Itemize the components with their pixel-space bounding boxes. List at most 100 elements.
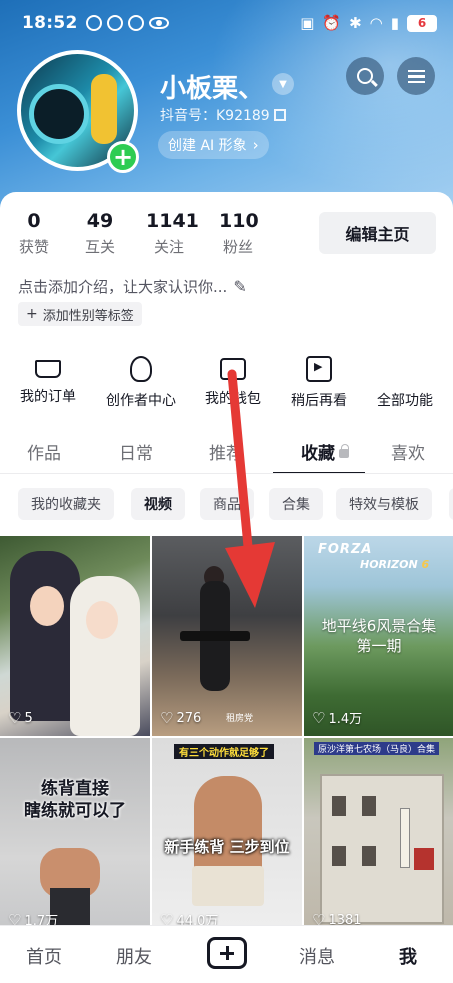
ai-chip-label: 创建 AI 形象 [168, 138, 247, 154]
stat-value: 49 [86, 210, 114, 232]
system-indicators: ▣ ⏰ ✱ ◠ ▮ 6 [300, 13, 437, 32]
profile-card: 0 获赞 49 互关 1141 关注 110 粉丝 编辑主页 点击添加介绍，让大… [0, 192, 453, 983]
horizon-logo-number: 6 [421, 558, 430, 571]
thumb-figure [194, 776, 262, 876]
create-ai-avatar-chip[interactable]: 创建 AI 形象 › [158, 131, 269, 159]
heart-icon: ♡ [312, 708, 326, 727]
thumb-sign [400, 808, 410, 868]
stat-likes[interactable]: 0 获赞 [18, 210, 50, 257]
quick-action-wallet[interactable]: 我的钱包 [188, 356, 278, 408]
app-notification-icon [127, 15, 144, 31]
divider [0, 473, 453, 474]
douyin-id-text: 抖音号：K92189 [160, 108, 270, 124]
quick-action-label: 创作者中心 [106, 393, 176, 409]
thumb-board [414, 848, 434, 870]
like-count-value: 5 [24, 710, 33, 726]
edit-profile-button[interactable]: 编辑主页 [319, 212, 436, 254]
video-thumbnail[interactable]: 练背直接 瞎练就可以了 ♡ 1.7万 [0, 738, 150, 938]
thumb-window [362, 796, 376, 816]
thumb-window [332, 846, 346, 866]
lightbulb-icon [130, 356, 152, 382]
thumb-figure [192, 866, 264, 906]
wallet-icon [220, 358, 246, 380]
pencil-icon: ✎ [233, 277, 247, 296]
like-count: ♡ 1.4万 [312, 708, 363, 728]
video-thumbnail[interactable]: 原沙洋第七农场（马良）合集 ♡ 1381 [304, 738, 453, 938]
filter-more[interactable] [449, 488, 453, 520]
stat-value: 1141 [146, 210, 199, 232]
quick-action-creator-center[interactable]: 创作者中心 [96, 356, 186, 410]
tab-recommend[interactable]: 推荐 [209, 439, 243, 464]
stat-following[interactable]: 1141 关注 [146, 210, 199, 257]
battery-level: 6 [417, 16, 427, 30]
stat-value: 0 [27, 210, 41, 232]
nav-friends[interactable]: 朋友 [116, 943, 152, 969]
like-count: ♡ 276 [160, 709, 201, 727]
filter-my-collections[interactable]: 我的收藏夹 [18, 488, 114, 520]
forza-logo: FORZA [318, 542, 373, 557]
menu-button[interactable] [397, 57, 435, 95]
eye-icon [148, 17, 169, 29]
plus-icon: + [26, 306, 38, 322]
video-caption: 租房党 [226, 714, 254, 724]
nickname: 小板栗、 [160, 74, 265, 104]
video-caption: 地平线6风景合集 第一期 [321, 617, 437, 655]
video-top-caption: 原沙洋第七农场（马良）合集 [314, 742, 440, 755]
nav-me[interactable]: 我 [399, 943, 417, 969]
nav-home[interactable]: 首页 [26, 943, 62, 969]
video-thumbnail[interactable]: FORZA HORIZON 6 地平线6风景合集 第一期 ♡ 1.4万 [304, 536, 453, 736]
video-top-caption: 有三个动作就足够了 [174, 744, 274, 759]
thumb-face [86, 601, 118, 639]
stat-mutual[interactable]: 49 互关 [82, 210, 118, 257]
create-post-button[interactable] [207, 937, 247, 969]
chevron-right-icon: › [252, 136, 259, 154]
stat-followers[interactable]: 110 粉丝 [219, 210, 259, 257]
bio[interactable]: 点击添加介绍，让大家认识你... ✎ [18, 276, 247, 297]
quick-action-orders[interactable]: 我的订单 [3, 356, 93, 406]
tab-daily[interactable]: 日常 [119, 439, 153, 464]
tab-works[interactable]: 作品 [27, 439, 61, 464]
video-thumbnail[interactable]: ♡ 5 [0, 536, 150, 736]
nav-messages[interactable]: 消息 [299, 943, 335, 969]
add-story-plus-icon[interactable]: + [107, 141, 139, 173]
thumb-window [362, 846, 376, 866]
hamburger-menu-icon [407, 69, 425, 83]
filter-collections[interactable]: 合集 [269, 488, 323, 520]
like-count-value: 276 [176, 710, 202, 726]
thumb-face [30, 586, 64, 626]
douyin-id[interactable]: 抖音号：K92189 [160, 105, 286, 125]
video-thumbnail[interactable]: 租房党 ♡ 276 [152, 536, 302, 736]
tab-likes[interactable]: 喜欢 [391, 439, 425, 464]
lock-icon [339, 444, 349, 458]
chevron-down-icon[interactable]: ▼ [272, 73, 294, 95]
battery-icon: 6 [407, 14, 437, 32]
thumb-window [332, 796, 346, 816]
stat-label: 互关 [84, 238, 115, 256]
search-button[interactable] [346, 57, 384, 95]
quick-action-watch-later[interactable]: 稍后再看 [274, 356, 364, 410]
status-bar: 18:52 ▣ ⏰ ✱ ◠ ▮ 6 [0, 0, 453, 46]
video-caption: 新手练背 三步到位 [164, 838, 290, 856]
notification-icons [85, 15, 169, 31]
qr-code-icon [273, 109, 286, 121]
bio-text: 点击添加介绍，让大家认识你... [18, 278, 228, 296]
filter-effects-templates[interactable]: 特效与模板 [336, 488, 432, 520]
nfc-icon: ▣ [300, 13, 315, 32]
add-tag-chip[interactable]: + 添加性别等标签 [18, 302, 142, 326]
heart-icon: ♡ [8, 709, 22, 727]
video-thumbnail[interactable]: 有三个动作就足够了 新手练背 三步到位 ♡ 44.0万 [152, 738, 302, 938]
watch-later-icon [306, 356, 332, 382]
video-caption: 练背直接 瞎练就可以了 [24, 779, 126, 821]
alarm-icon: ⏰ [322, 13, 342, 32]
stat-label: 粉丝 [222, 238, 253, 256]
quick-action-all-features[interactable]: 全部功能 [360, 356, 450, 724]
cart-icon [35, 360, 61, 378]
app-notification-icon [106, 15, 123, 31]
profile-tabs: 作品 日常 推荐 收藏 喜欢 [0, 429, 453, 474]
like-count-value: 1.4万 [328, 712, 363, 727]
signal-icon: ▮ [390, 13, 399, 32]
tab-favorites[interactable]: 收藏 [301, 439, 349, 464]
filter-products[interactable]: 商品 [200, 488, 254, 520]
filter-videos[interactable]: 视频 [131, 488, 185, 520]
like-count: ♡ 5 [8, 709, 33, 727]
